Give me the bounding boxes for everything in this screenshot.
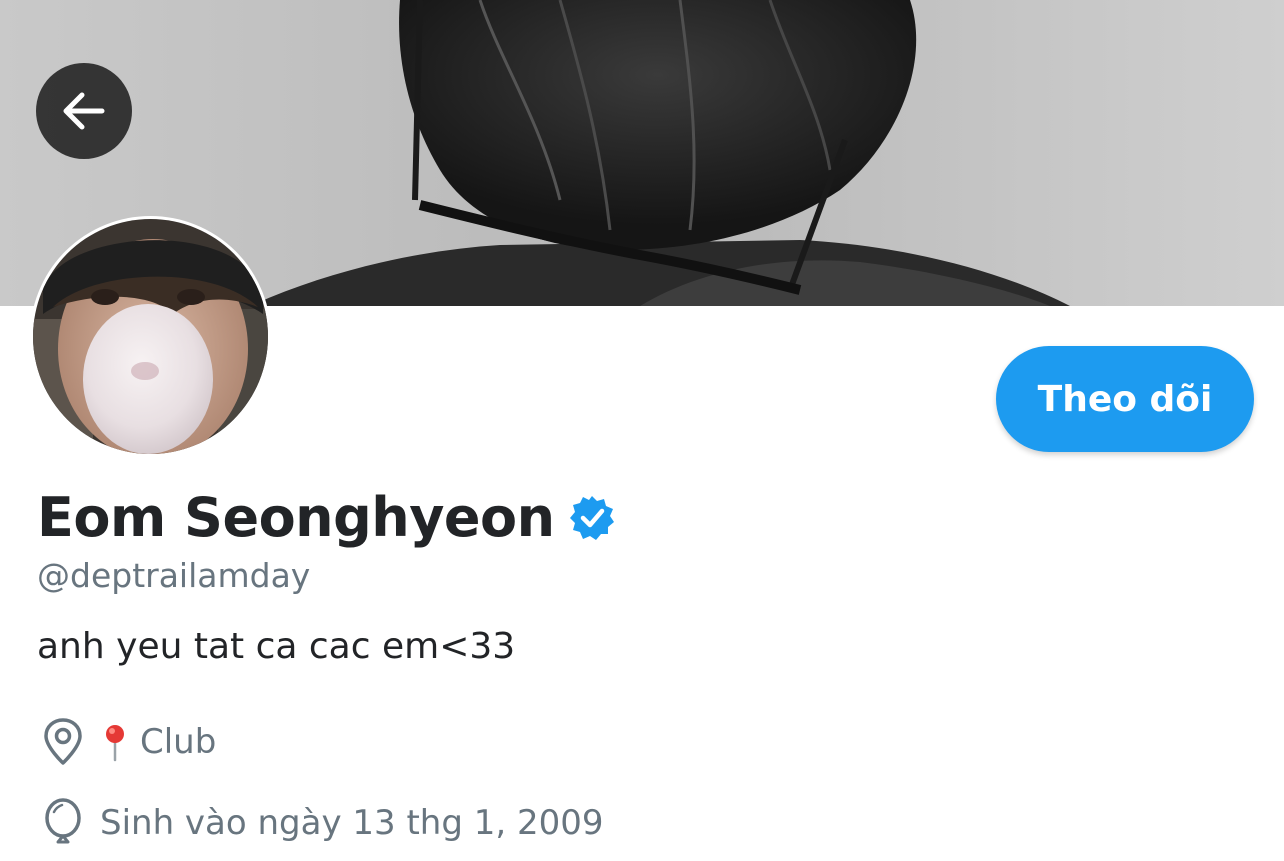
- arrow-left-icon: [63, 92, 105, 130]
- profile-page: Theo dõi Eom Seonghyeon @deptrailamday a…: [0, 0, 1284, 861]
- profile-handle: @deptrailamday: [37, 556, 311, 595]
- profile-bio: anh yeu tat ca cac em<33: [37, 626, 516, 667]
- profile-avatar[interactable]: [30, 216, 271, 457]
- profile-location: Club: [40, 717, 216, 767]
- back-button[interactable]: [36, 63, 132, 159]
- verified-badge-icon: [569, 495, 614, 540]
- pushpin-emoji: [106, 725, 124, 762]
- profile-name-row: Eom Seonghyeon: [37, 486, 617, 549]
- display-name: Eom Seonghyeon: [37, 486, 555, 549]
- location-pin-icon: [44, 718, 82, 765]
- birthday-text: Sinh vào ngày 13 thg 1, 2009: [100, 803, 604, 843]
- profile-birthday: Sinh vào ngày 13 thg 1, 2009: [40, 798, 604, 848]
- balloon-icon: [45, 798, 81, 844]
- follow-button[interactable]: Theo dõi: [996, 346, 1254, 452]
- location-text: Club: [140, 722, 217, 762]
